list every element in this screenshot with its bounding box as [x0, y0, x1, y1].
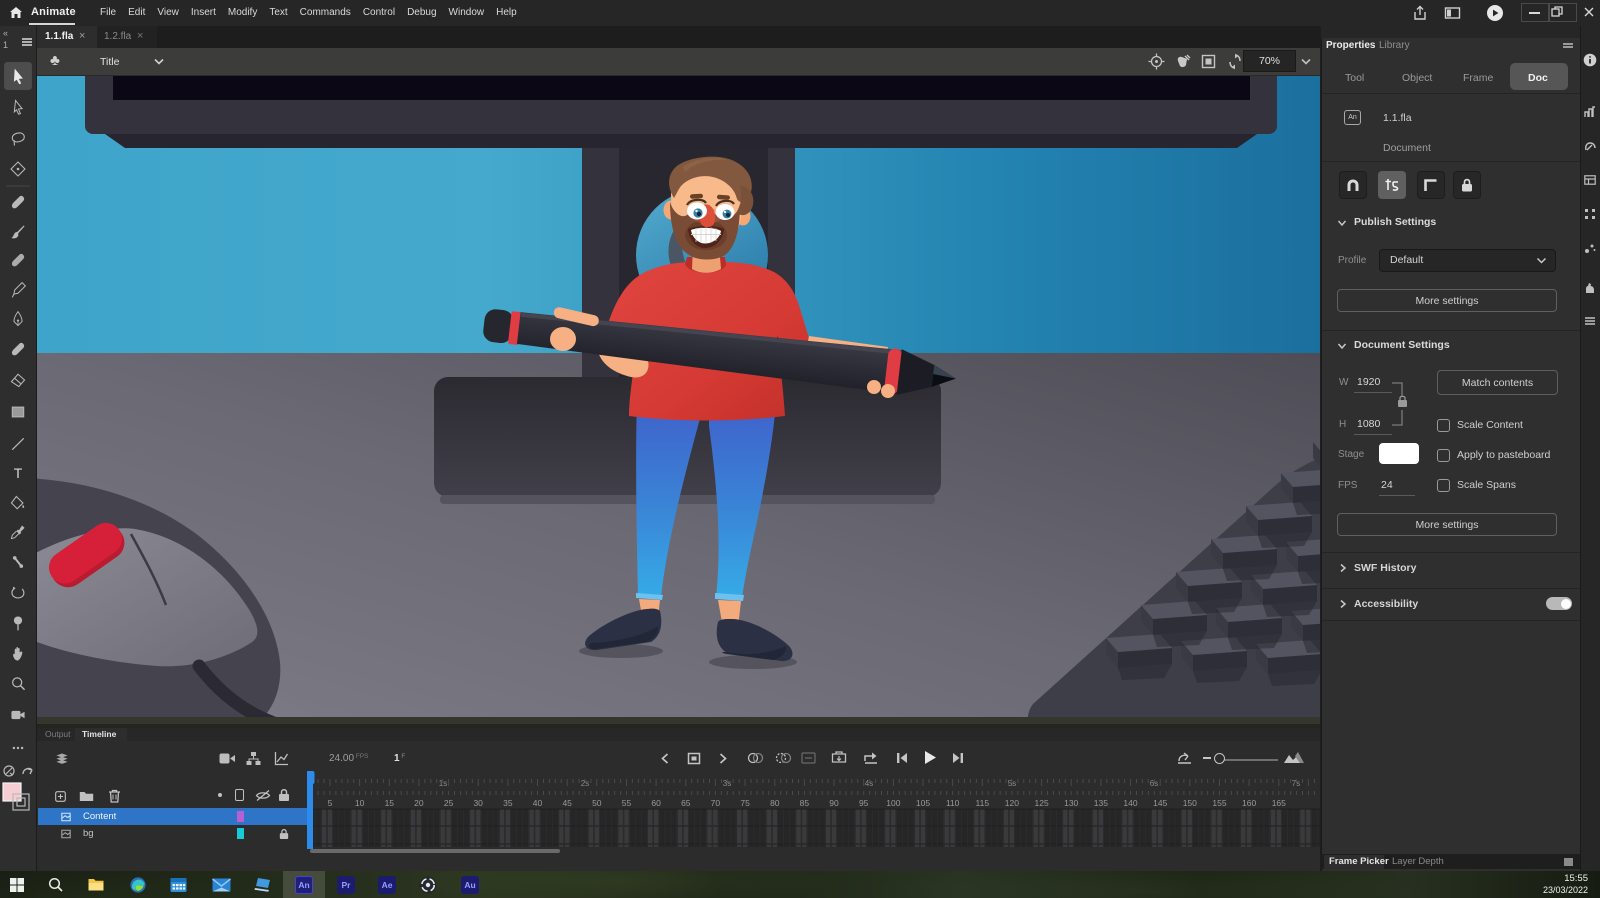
svg-text:110: 110 [946, 798, 960, 808]
svg-text:30: 30 [473, 798, 483, 808]
svg-text:15: 15 [385, 798, 395, 808]
svg-text:160: 160 [1242, 798, 1256, 808]
svg-text:5: 5 [328, 798, 333, 808]
svg-text:65: 65 [681, 798, 691, 808]
svg-text:105: 105 [916, 798, 930, 808]
svg-text:5s: 5s [1008, 779, 1016, 788]
svg-text:85: 85 [800, 798, 810, 808]
svg-text:165: 165 [1272, 798, 1286, 808]
svg-text:10: 10 [355, 798, 365, 808]
svg-text:155: 155 [1212, 798, 1226, 808]
svg-text:35: 35 [503, 798, 513, 808]
svg-text:50: 50 [592, 798, 602, 808]
svg-text:135: 135 [1094, 798, 1108, 808]
svg-text:80: 80 [770, 798, 780, 808]
svg-text:140: 140 [1123, 798, 1137, 808]
svg-text:115: 115 [976, 798, 990, 808]
svg-text:T: T [14, 465, 23, 481]
svg-text:55: 55 [622, 798, 632, 808]
svg-text:1s: 1s [439, 779, 447, 788]
svg-text:145: 145 [1153, 798, 1167, 808]
svg-text:130: 130 [1064, 798, 1078, 808]
svg-text:60: 60 [651, 798, 661, 808]
svg-text:25: 25 [444, 798, 454, 808]
svg-text:70: 70 [711, 798, 721, 808]
svg-text:90: 90 [829, 798, 839, 808]
svg-text:100: 100 [886, 798, 900, 808]
svg-text:2s: 2s [581, 779, 589, 788]
svg-text:20: 20 [414, 798, 424, 808]
svg-text:7s: 7s [1292, 779, 1300, 788]
svg-text:45: 45 [562, 798, 572, 808]
svg-text:40: 40 [533, 798, 543, 808]
svg-text:3s: 3s [723, 779, 731, 788]
svg-text:95: 95 [859, 798, 869, 808]
svg-text:125: 125 [1035, 798, 1049, 808]
svg-text:75: 75 [740, 798, 750, 808]
svg-text:4s: 4s [865, 779, 873, 788]
svg-text:120: 120 [1005, 798, 1019, 808]
svg-text:150: 150 [1183, 798, 1197, 808]
svg-text:6s: 6s [1150, 779, 1158, 788]
